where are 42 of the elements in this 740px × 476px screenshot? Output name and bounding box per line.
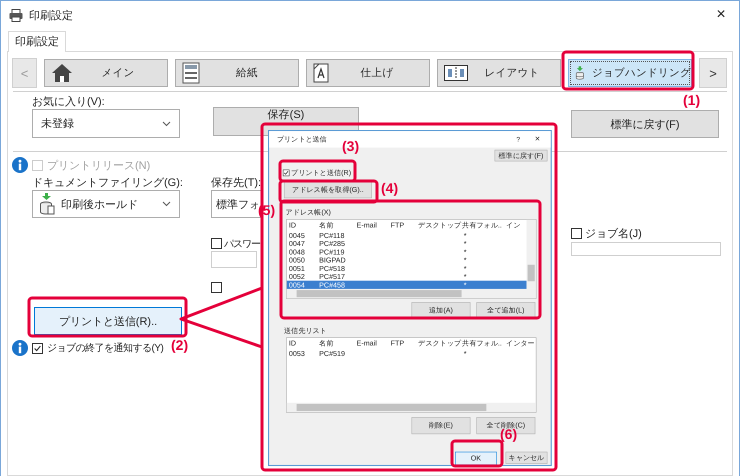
tab[interactable]: レイアウト	[437, 59, 561, 87]
step-label: (2)	[171, 338, 188, 353]
tab[interactable]: 仕上げ	[306, 59, 430, 87]
tab[interactable]: 印刷設定	[8, 31, 66, 52]
job-name-field[interactable]	[571, 242, 721, 256]
info-icon	[12, 340, 28, 356]
print-and-send-button[interactable]: プリントと送信(R)..	[34, 307, 182, 335]
checkbox-label: プリントリリース(N)	[47, 158, 150, 172]
field-label: 保存先(T):	[211, 177, 262, 190]
step-label: (1)	[683, 93, 700, 108]
house-icon	[51, 63, 73, 83]
close-button[interactable]: ×	[526, 134, 548, 144]
checkbox-label: パスワー	[224, 238, 260, 250]
step-label: (4)	[381, 181, 398, 196]
dropdown[interactable]: 印刷後ホールド	[32, 190, 180, 218]
checkbox-label: ジョブ名(J)	[585, 226, 642, 241]
chevron-icon	[162, 120, 171, 126]
tab[interactable]: ジョブハンドリング	[568, 59, 692, 87]
checkbox-label: ジョブの終了を通知する(Y)	[47, 342, 164, 355]
copier-icon	[182, 62, 200, 84]
tab[interactable]: メイン	[44, 59, 168, 87]
reset-button[interactable]: 標準に戻す(F)	[571, 110, 719, 138]
checkbox[interactable]	[211, 282, 222, 293]
printer-icon	[9, 8, 23, 22]
close-button[interactable]: ×	[711, 6, 731, 24]
next-button[interactable]: >	[699, 58, 727, 88]
checkbox[interactable]	[571, 228, 582, 239]
checkbox[interactable]	[211, 238, 222, 249]
field-label: ドキュメントファイリング(G):	[31, 177, 183, 190]
chevron-icon	[162, 201, 171, 207]
password-field[interactable]	[211, 251, 257, 268]
checkbox[interactable]	[32, 342, 43, 354]
step-label: (3)	[342, 139, 360, 154]
info-icon	[12, 157, 28, 173]
database-icon	[39, 193, 55, 215]
checkbox[interactable]	[282, 170, 290, 176]
window-title: 印刷設定	[29, 8, 73, 22]
dropdown[interactable]: 未登録	[32, 109, 180, 138]
layout-icon	[444, 65, 468, 81]
page-icon	[313, 63, 329, 83]
tab[interactable]: 給紙	[175, 59, 299, 87]
field-label: お気に入り(V):	[31, 96, 105, 109]
